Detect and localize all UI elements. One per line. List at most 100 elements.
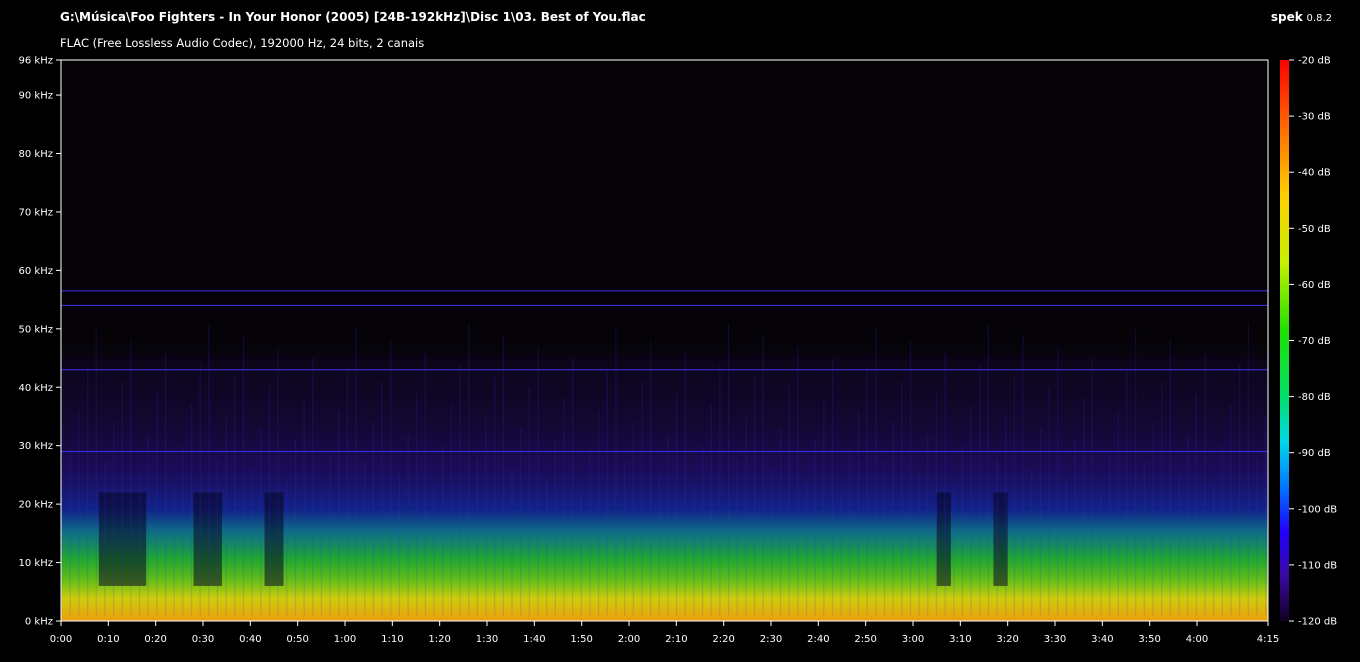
spectrogram-streak	[1022, 334, 1024, 616]
time-tick-label: 3:10	[949, 634, 971, 645]
spectrogram-streak	[390, 340, 392, 616]
spectrogram-streak	[650, 340, 652, 616]
spectrogram-streak	[86, 369, 89, 616]
spectrogram-streak	[502, 334, 504, 616]
time-tick-label: 2:00	[618, 634, 640, 645]
frequency-tick-label: 96 kHz	[19, 56, 53, 67]
spectrogram-heatmap	[61, 60, 1268, 621]
spectrogram-streak	[104, 463, 106, 616]
spectrogram-streak	[580, 492, 582, 616]
spectrogram-streak	[676, 393, 678, 616]
spectrogram-streak	[805, 480, 808, 616]
spectrogram-streak	[546, 480, 548, 616]
spectrogram-streak	[69, 451, 71, 616]
spectrogram-streak	[563, 398, 565, 616]
spectrogram-streak	[234, 375, 236, 616]
time-tick-label: 2:40	[807, 634, 829, 645]
spectrogram-streak	[745, 416, 747, 616]
spectrogram-streak	[468, 322, 470, 616]
spectrogram-streak	[78, 410, 80, 616]
spectrogram-streak	[511, 469, 513, 616]
spectrogram-streak	[1031, 469, 1033, 616]
spectrogram-streak	[1230, 404, 1232, 616]
time-tick-label: 2:30	[760, 634, 782, 645]
frequency-tick-label: 80 kHz	[19, 149, 53, 160]
spectrogram-streak	[433, 486, 435, 616]
spectrogram-streak	[381, 381, 383, 616]
spectrogram-streak	[1100, 492, 1102, 616]
level-scale-bar	[1280, 60, 1289, 621]
spectrogram-streak	[701, 445, 704, 616]
spectrogram-streak	[182, 445, 184, 616]
spectrogram-streak	[1083, 398, 1085, 616]
spectrogram-streak	[398, 474, 401, 616]
spectrogram-streak	[849, 451, 851, 616]
spectrogram-streak	[554, 439, 556, 616]
time-tick-label: 0:30	[192, 634, 214, 645]
level-tick-label: -80 dB	[1298, 392, 1331, 403]
spectrogram-streak	[260, 428, 262, 616]
spectrogram-streak	[1091, 358, 1093, 616]
spectrogram-streak	[840, 492, 842, 616]
time-tick-label: 3:30	[1044, 634, 1066, 645]
frequency-tick-label: 70 kHz	[19, 207, 53, 218]
time-tick-label: 1:00	[334, 634, 356, 645]
spectrogram-streak	[225, 416, 227, 616]
spectrogram-streak	[268, 387, 271, 616]
spectrogram-streak	[667, 434, 669, 616]
time-tick-label: 4:15	[1257, 634, 1279, 645]
spectrogram-streak	[814, 439, 816, 616]
level-tick-label: -30 dB	[1298, 112, 1331, 123]
frequency-tick-label: 50 kHz	[19, 324, 53, 335]
time-tick-label: 2:50	[854, 634, 876, 645]
spectrogram-streak	[277, 346, 279, 616]
spectrogram-streak	[242, 334, 245, 616]
level-tick-label: -70 dB	[1298, 336, 1331, 347]
spectrogram-streak	[1057, 346, 1059, 616]
level-tick-label: -90 dB	[1298, 448, 1331, 459]
spectrogram-streak	[1204, 352, 1206, 616]
spectrogram-streak	[823, 398, 825, 616]
time-tick-label: 3:20	[996, 634, 1018, 645]
frequency-tick-label: 20 kHz	[19, 500, 53, 511]
frequency-tick-label: 90 kHz	[19, 91, 53, 102]
spectrogram-streak	[407, 434, 409, 616]
time-tick-label: 1:30	[476, 634, 498, 645]
time-tick-label: 1:50	[570, 634, 592, 645]
spectrogram-streak	[442, 445, 444, 616]
level-tick-label: -110 dB	[1298, 560, 1337, 571]
time-tick-label: 0:40	[239, 634, 261, 645]
frequency-tick-label: 0 kHz	[25, 617, 53, 628]
spectrogram-streak	[875, 328, 877, 616]
spectrogram-streak	[355, 328, 357, 616]
spectrogram-streak	[909, 340, 912, 616]
spectrogram-streak	[485, 416, 487, 616]
level-tick-label: -120 dB	[1298, 617, 1337, 628]
spectrogram-streak	[615, 328, 617, 616]
spectrogram-streak	[944, 352, 946, 616]
spectrogram-streak	[866, 369, 868, 616]
spectrogram-streak	[147, 434, 149, 616]
spectrogram-streak	[1039, 428, 1042, 616]
frequency-tick-label: 30 kHz	[19, 441, 53, 452]
time-tick-label: 0:50	[286, 634, 308, 645]
spectrogram-streak	[797, 346, 799, 616]
spectrogram-streak	[476, 457, 478, 616]
spectrogram-streak	[190, 404, 193, 616]
spectrogram-streak	[216, 457, 219, 616]
spectrogram-streak	[416, 393, 418, 616]
spectrogram-streak	[1195, 393, 1197, 616]
spectrogram-streak	[130, 340, 132, 616]
time-tick-label: 4:00	[1186, 634, 1208, 645]
spectrogram-quiet-region	[264, 492, 284, 586]
time-tick-label: 3:40	[1091, 634, 1113, 645]
spectrogram-streak	[528, 387, 530, 616]
time-tick-label: 1:20	[428, 634, 450, 645]
spectrogram-streak	[303, 398, 305, 616]
spectrogram-streak	[987, 322, 990, 616]
spectrogram-streak	[719, 363, 721, 616]
spectrogram-streak	[450, 404, 452, 616]
spectrogram-streak	[1161, 381, 1163, 616]
spectrogram-streak	[753, 375, 756, 616]
spectrogram-streak	[121, 381, 123, 616]
